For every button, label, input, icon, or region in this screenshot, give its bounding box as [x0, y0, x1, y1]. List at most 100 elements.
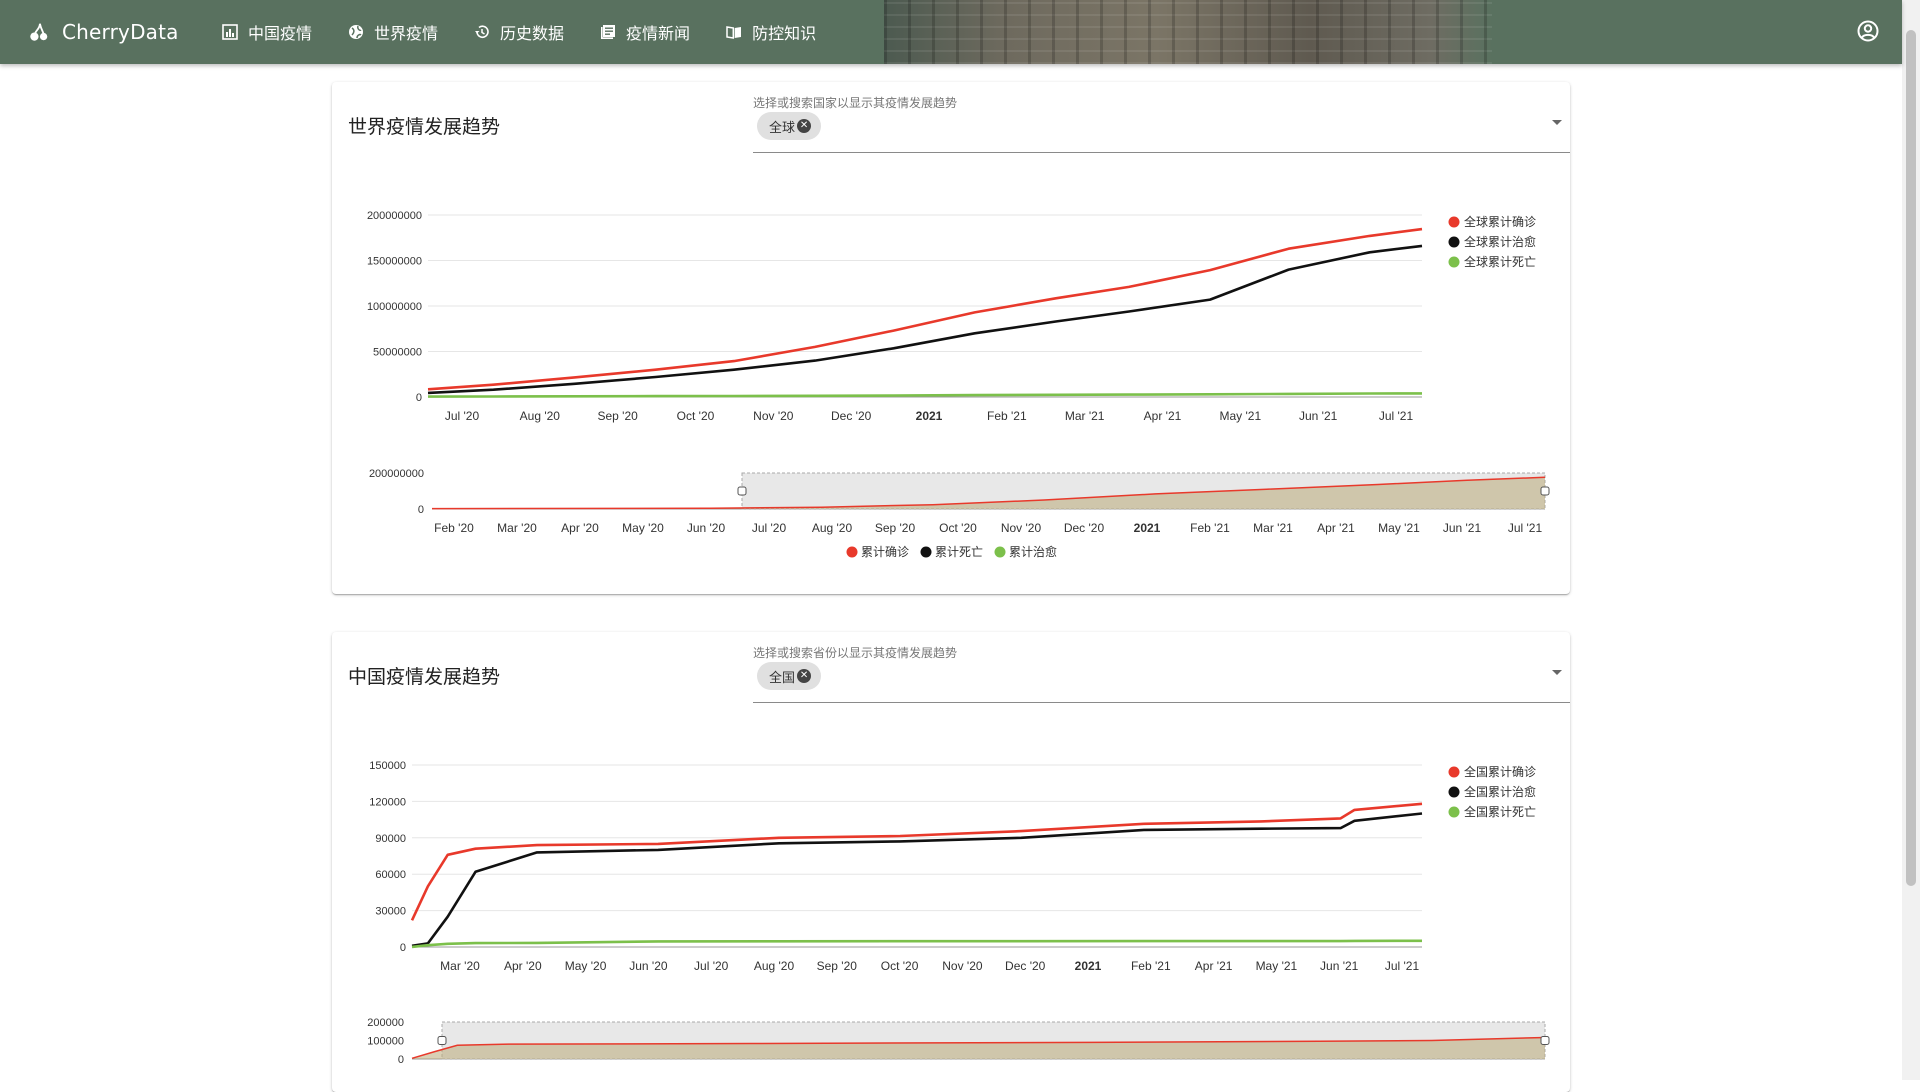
nav-item-world[interactable]: 世界疫情: [348, 20, 438, 44]
legend-marker: [1448, 216, 1460, 228]
x-tick-label: Nov '20: [942, 959, 983, 973]
globe-icon: [349, 25, 364, 39]
y-tick-label: 120000: [369, 796, 406, 808]
navigator-handle: [737, 486, 747, 496]
navigator-x-tick: Dec '20: [1064, 521, 1105, 535]
navigator-y-tick: 0: [398, 1054, 404, 1066]
navigator-y-tick: 200000000: [369, 468, 424, 480]
x-tick-label: Aug '20: [754, 959, 795, 973]
legend-label: 全国累计确诊: [1464, 764, 1536, 779]
legend-label: 全球累计死亡: [1464, 254, 1536, 269]
navigator-handle: [437, 1036, 447, 1045]
navigator-legend-label: 累计治愈: [1009, 544, 1057, 559]
navigator-x-tick: Jun '20: [687, 521, 726, 535]
world-trend-card: 世界疫情发展趋势 选择或搜索国家以显示其疫情发展趋势 全球 ✕ 0 5000000…: [332, 82, 1570, 594]
x-tick-label: Apr '21: [1195, 959, 1233, 973]
navigator-x-tick: Jul '21: [1508, 521, 1543, 535]
legend-marker: [1448, 806, 1460, 818]
navigator-x-tick: May '21: [1378, 521, 1420, 535]
navigator-y-tick: 200000: [367, 1017, 404, 1029]
header-background-image: [884, 0, 1492, 64]
legend-marker: [1448, 256, 1460, 268]
navigator-legend-marker: [846, 546, 858, 558]
x-tick-label: Apr '20: [504, 959, 542, 973]
page-scrollbar[interactable]: [1902, 0, 1920, 1080]
navigator-handle: [1540, 486, 1550, 496]
y-tick-label: 30000: [375, 906, 406, 918]
navigator-legend-label: 累计确诊: [861, 545, 909, 559]
x-tick-label: Oct '20: [881, 959, 919, 973]
navigator-x-tick: Feb '21: [1190, 521, 1230, 535]
legend-marker: [1448, 236, 1460, 248]
x-tick-label: Oct '20: [677, 409, 715, 423]
x-tick-label: 2021: [1075, 959, 1102, 973]
legend-marker: [1448, 786, 1460, 798]
nav-item-knowledge[interactable]: 防控知识: [726, 20, 816, 44]
navigator-y-tick: 100000: [367, 1036, 404, 1048]
x-tick-label: Dec '20: [1005, 959, 1046, 973]
china-trend-chart: 0 30000 60000 90000 120000 150000 Mar '20 Apr '…: [367, 760, 1550, 1066]
y-tick-label: 0: [400, 942, 406, 954]
navigator-x-tick: Mar '21: [1253, 521, 1293, 535]
nav-item-news[interactable]: 疫情新闻: [600, 20, 690, 44]
x-tick-label: Jul '21: [1379, 409, 1414, 423]
history-icon: [475, 25, 489, 38]
x-tick-label: Jun '21: [1320, 959, 1359, 973]
navigator-x-tick: May '20: [622, 521, 664, 535]
chart-icon: [222, 24, 238, 40]
legend-label: 全球累计治愈: [1464, 234, 1536, 249]
legend-marker: [1448, 766, 1460, 778]
app-name: CherryData: [62, 20, 179, 44]
y-tick-label: 90000: [375, 833, 406, 845]
x-tick-label: May '20: [565, 959, 607, 973]
x-tick-label: Feb '21: [987, 409, 1027, 423]
navigator-legend-marker: [920, 546, 932, 558]
account-circle-icon[interactable]: [1856, 19, 1880, 43]
x-tick-label: Nov '20: [753, 409, 794, 423]
series-line: [427, 227, 1423, 391]
news-icon: [601, 25, 616, 39]
app-bar: CherryData 中国疫情 世界疫情 历史数据 疫情新闻 防控知识: [0, 0, 1902, 64]
navigator-x-tick: Aug '20: [812, 521, 853, 535]
x-tick-label: Jun '21: [1299, 409, 1338, 423]
nav-item-history[interactable]: 历史数据: [474, 20, 564, 44]
legend-label: 全国累计治愈: [1464, 784, 1536, 799]
legend-label: 全国累计死亡: [1464, 804, 1536, 819]
x-tick-label: Jul '20: [694, 959, 729, 973]
cherry-logo-icon: [30, 23, 48, 41]
x-tick-label: Aug '20: [520, 409, 561, 423]
x-tick-label: Jul '20: [445, 409, 480, 423]
nav-item-china[interactable]: 中国疫情: [222, 20, 312, 44]
navigator-x-tick: Sep '20: [875, 521, 916, 535]
navigator-x-tick: Mar '20: [497, 521, 537, 535]
y-tick-label: 200000000: [367, 210, 422, 222]
navigator-x-tick: Apr '20: [561, 521, 599, 535]
x-tick-label: May '21: [1256, 959, 1298, 973]
y-tick-label: 0: [416, 392, 422, 404]
y-tick-label: 150000000: [367, 256, 422, 268]
y-tick-label: 150000: [369, 760, 406, 772]
x-tick-label: Mar '21: [1065, 409, 1105, 423]
legend-label: 全球累计确诊: [1464, 214, 1536, 229]
x-tick-label: Sep '20: [817, 959, 858, 973]
x-tick-label: Jul '21: [1385, 959, 1420, 973]
navigator-x-tick: Jul '20: [752, 521, 787, 535]
navigator-y-tick: 0: [418, 504, 424, 516]
nav-label: 疫情新闻: [626, 24, 691, 43]
series-line: [410, 802, 1423, 921]
nav-label: 防控知识: [752, 24, 817, 43]
y-tick-label: 100000000: [367, 301, 422, 313]
x-tick-label: Apr '21: [1144, 409, 1182, 423]
x-tick-label: May '21: [1220, 409, 1262, 423]
series-line: [411, 939, 1423, 949]
navigator-x-tick: 2021: [1134, 521, 1161, 535]
navigator-legend-label: 累计死亡: [935, 545, 983, 559]
x-tick-label: Sep '20: [598, 409, 639, 423]
y-tick-label: 60000: [375, 869, 406, 881]
scrollbar-thumb[interactable]: [1906, 30, 1916, 886]
navigator-x-tick: Jun '21: [1443, 521, 1482, 535]
brand[interactable]: CherryData: [28, 0, 179, 64]
nav-label: 世界疫情: [374, 24, 439, 43]
navigator-legend-marker: [994, 546, 1006, 558]
world-trend-chart: 0 50000000 100000000 150000000 200000000 Jul …: [367, 210, 1550, 559]
